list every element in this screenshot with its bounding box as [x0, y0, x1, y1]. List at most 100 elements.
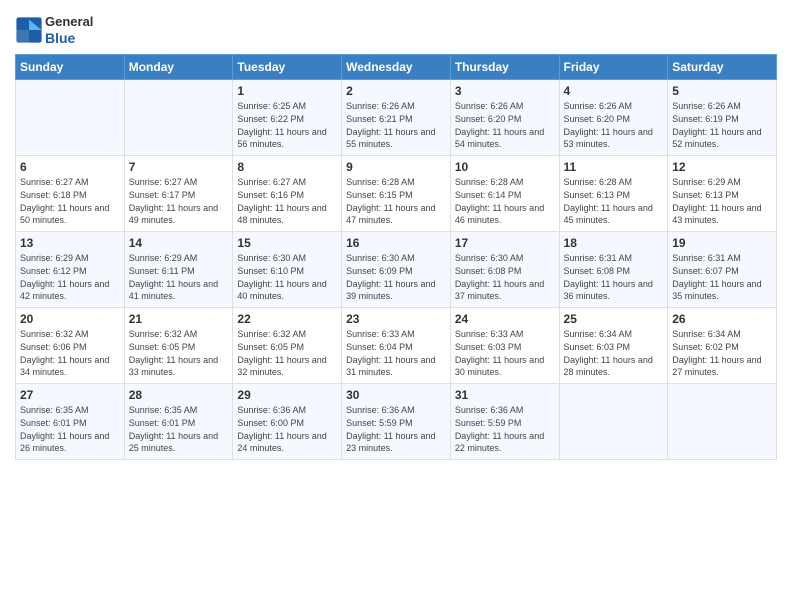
day-info: Sunrise: 6:26 AMSunset: 6:21 PMDaylight:… [346, 100, 446, 150]
day-info: Sunrise: 6:26 AMSunset: 6:20 PMDaylight:… [455, 100, 555, 150]
day-number: 26 [672, 312, 772, 326]
weekday-header-row: SundayMondayTuesdayWednesdayThursdayFrid… [16, 55, 777, 80]
calendar-day-cell: 17 Sunrise: 6:30 AMSunset: 6:08 PMDayligh… [450, 232, 559, 308]
day-number: 8 [237, 160, 337, 174]
day-number: 25 [564, 312, 664, 326]
day-number: 4 [564, 84, 664, 98]
calendar-day-cell: 13 Sunrise: 6:29 AMSunset: 6:12 PMDayligh… [16, 232, 125, 308]
calendar-day-cell: 23 Sunrise: 6:33 AMSunset: 6:04 PMDayligh… [342, 308, 451, 384]
day-number: 5 [672, 84, 772, 98]
day-number: 22 [237, 312, 337, 326]
day-number: 6 [20, 160, 120, 174]
day-number: 2 [346, 84, 446, 98]
day-number: 23 [346, 312, 446, 326]
calendar-day-cell: 9Sunrise: 6:28 AMSunset: 6:15 PMDaylight… [342, 156, 451, 232]
day-info: Sunrise: 6:28 AMSunset: 6:15 PMDaylight:… [346, 176, 446, 226]
day-info: Sunrise: 6:29 AMSunset: 6:12 PMDaylight:… [20, 252, 120, 302]
day-info: Sunrise: 6:28 AMSunset: 6:14 PMDaylight:… [455, 176, 555, 226]
calendar-day-cell: 26 Sunrise: 6:34 AMSunset: 6:02 PMDayligh… [668, 308, 777, 384]
day-info: Sunrise: 6:32 AMSunset: 6:05 PMDaylight:… [129, 328, 229, 378]
day-info: Sunrise: 6:27 AMSunset: 6:16 PMDaylight:… [237, 176, 337, 226]
calendar-week-row: 27 Sunrise: 6:35 AMSunset: 6:01 PMDayligh… [16, 384, 777, 460]
weekday-header-friday: Friday [559, 55, 668, 80]
day-info: Sunrise: 6:36 AMSunset: 5:59 PMDaylight:… [455, 404, 555, 454]
weekday-header-monday: Monday [124, 55, 233, 80]
calendar-day-cell: 21 Sunrise: 6:32 AMSunset: 6:05 PMDayligh… [124, 308, 233, 384]
calendar-day-cell: 4 Sunrise: 6:26 AMSunset: 6:20 PMDaylight… [559, 80, 668, 156]
calendar-day-cell: 10 Sunrise: 6:28 AMSunset: 6:14 PMDayligh… [450, 156, 559, 232]
day-info: Sunrise: 6:35 AMSunset: 6:01 PMDaylight:… [129, 404, 229, 454]
weekday-header-wednesday: Wednesday [342, 55, 451, 80]
day-number: 10 [455, 160, 555, 174]
logo-text: General Blue [45, 14, 93, 46]
calendar-week-row: 13 Sunrise: 6:29 AMSunset: 6:12 PMDayligh… [16, 232, 777, 308]
day-number: 27 [20, 388, 120, 402]
day-number: 14 [129, 236, 229, 250]
calendar-week-row: 1 Sunrise: 6:25 AMSunset: 6:22 PMDaylight… [16, 80, 777, 156]
day-info: Sunrise: 6:30 AMSunset: 6:10 PMDaylight:… [237, 252, 337, 302]
day-info: Sunrise: 6:32 AMSunset: 6:06 PMDaylight:… [20, 328, 120, 378]
calendar-day-cell [124, 80, 233, 156]
day-info: Sunrise: 6:26 AMSunset: 6:19 PMDaylight:… [672, 100, 772, 150]
day-info: Sunrise: 6:36 AMSunset: 5:59 PMDaylight:… [346, 404, 446, 454]
day-number: 20 [20, 312, 120, 326]
day-info: Sunrise: 6:26 AMSunset: 6:20 PMDaylight:… [564, 100, 664, 150]
day-number: 12 [672, 160, 772, 174]
calendar-day-cell: 8 Sunrise: 6:27 AMSunset: 6:16 PMDaylight… [233, 156, 342, 232]
day-info: Sunrise: 6:30 AMSunset: 6:09 PMDaylight:… [346, 252, 446, 302]
day-number: 15 [237, 236, 337, 250]
calendar-day-cell: 20 Sunrise: 6:32 AMSunset: 6:06 PMDayligh… [16, 308, 125, 384]
day-number: 30 [346, 388, 446, 402]
day-info: Sunrise: 6:34 AMSunset: 6:02 PMDaylight:… [672, 328, 772, 378]
logo-general: General [45, 14, 93, 29]
day-info: Sunrise: 6:25 AMSunset: 6:22 PMDaylight:… [237, 100, 337, 150]
day-number: 28 [129, 388, 229, 402]
calendar-day-cell: 25 Sunrise: 6:34 AMSunset: 6:03 PMDayligh… [559, 308, 668, 384]
calendar-day-cell: 5 Sunrise: 6:26 AMSunset: 6:19 PMDaylight… [668, 80, 777, 156]
weekday-header-tuesday: Tuesday [233, 55, 342, 80]
weekday-header-saturday: Saturday [668, 55, 777, 80]
day-info: Sunrise: 6:31 AMSunset: 6:08 PMDaylight:… [564, 252, 664, 302]
day-info: Sunrise: 6:30 AMSunset: 6:08 PMDaylight:… [455, 252, 555, 302]
calendar-day-cell: 11 Sunrise: 6:28 AMSunset: 6:13 PMDayligh… [559, 156, 668, 232]
day-info: Sunrise: 6:27 AMSunset: 6:17 PMDaylight:… [129, 176, 229, 226]
header: General Blue [15, 10, 777, 46]
calendar-week-row: 6Sunrise: 6:27 AMSunset: 6:18 PMDaylight… [16, 156, 777, 232]
calendar-day-cell [668, 384, 777, 460]
day-info: Sunrise: 6:33 AMSunset: 6:04 PMDaylight:… [346, 328, 446, 378]
calendar-day-cell: 27Sunrise: 6:35 AMSunset: 6:01 PMDayligh… [16, 384, 125, 460]
page-container: General Blue SundayMondayTuesdayWednesda… [0, 0, 792, 470]
day-number: 11 [564, 160, 664, 174]
day-info: Sunrise: 6:28 AMSunset: 6:13 PMDaylight:… [564, 176, 664, 226]
day-number: 24 [455, 312, 555, 326]
day-info: Sunrise: 6:32 AMSunset: 6:05 PMDaylight:… [237, 328, 337, 378]
calendar-day-cell: 16 Sunrise: 6:30 AMSunset: 6:09 PMDayligh… [342, 232, 451, 308]
day-number: 17 [455, 236, 555, 250]
logo: General Blue [15, 14, 93, 46]
calendar-day-cell: 7 Sunrise: 6:27 AMSunset: 6:17 PMDaylight… [124, 156, 233, 232]
weekday-header-thursday: Thursday [450, 55, 559, 80]
day-info: Sunrise: 6:29 AMSunset: 6:13 PMDaylight:… [672, 176, 772, 226]
calendar-day-cell: 14Sunrise: 6:29 AMSunset: 6:11 PMDayligh… [124, 232, 233, 308]
day-info: Sunrise: 6:34 AMSunset: 6:03 PMDaylight:… [564, 328, 664, 378]
calendar-day-cell: 28 Sunrise: 6:35 AMSunset: 6:01 PMDayligh… [124, 384, 233, 460]
calendar-day-cell: 1 Sunrise: 6:25 AMSunset: 6:22 PMDaylight… [233, 80, 342, 156]
logo-icon [15, 16, 43, 44]
day-number: 19 [672, 236, 772, 250]
day-number: 13 [20, 236, 120, 250]
calendar-day-cell: 29Sunrise: 6:36 AMSunset: 6:00 PMDayligh… [233, 384, 342, 460]
day-number: 21 [129, 312, 229, 326]
calendar-week-row: 20 Sunrise: 6:32 AMSunset: 6:06 PMDayligh… [16, 308, 777, 384]
day-number: 29 [237, 388, 337, 402]
calendar-day-cell: 3Sunrise: 6:26 AMSunset: 6:20 PMDaylight… [450, 80, 559, 156]
day-number: 1 [237, 84, 337, 98]
calendar-day-cell: 30 Sunrise: 6:36 AMSunset: 5:59 PMDayligh… [342, 384, 451, 460]
day-number: 16 [346, 236, 446, 250]
day-number: 7 [129, 160, 229, 174]
weekday-header-sunday: Sunday [16, 55, 125, 80]
day-number: 31 [455, 388, 555, 402]
calendar-day-cell: 12 Sunrise: 6:29 AMSunset: 6:13 PMDayligh… [668, 156, 777, 232]
calendar-day-cell: 31 Sunrise: 6:36 AMSunset: 5:59 PMDayligh… [450, 384, 559, 460]
day-info: Sunrise: 6:33 AMSunset: 6:03 PMDaylight:… [455, 328, 555, 378]
day-info: Sunrise: 6:31 AMSunset: 6:07 PMDaylight:… [672, 252, 772, 302]
